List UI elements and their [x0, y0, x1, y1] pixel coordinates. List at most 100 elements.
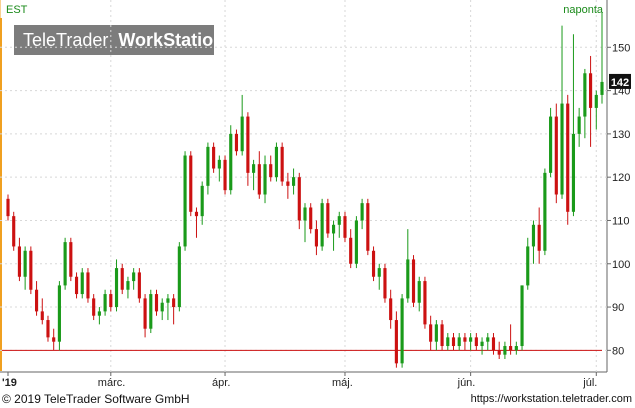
candle-body: [12, 216, 16, 247]
candle-body: [269, 164, 273, 178]
candle-body: [23, 250, 27, 277]
candle-body: [520, 285, 524, 347]
candle-body: [212, 146, 216, 169]
candle-body: [40, 311, 44, 321]
candle-down: [383, 263, 387, 303]
candle-body: [491, 337, 496, 351]
x-tick-label: máj.: [332, 377, 353, 389]
candle-body: [194, 211, 199, 217]
candle-body: [503, 346, 507, 355]
y-tick-label: 100: [612, 259, 630, 271]
candle-body: [337, 216, 341, 225]
candle-up: [63, 237, 67, 290]
candle-body: [149, 294, 153, 329]
x-tick-label: júl.: [582, 377, 597, 389]
candle-body: [263, 164, 267, 195]
candle-up: [320, 198, 324, 251]
candle-down: [554, 103, 558, 204]
candle-down: [326, 198, 330, 238]
candle-body: [240, 116, 244, 152]
last-price-badge: 142: [609, 73, 631, 89]
candle-body: [406, 259, 410, 299]
candle-down: [440, 320, 444, 351]
candle-body: [371, 250, 376, 277]
candle-body: [434, 324, 438, 342]
candle-body: [114, 268, 119, 308]
candle-body: [417, 281, 421, 303]
candle-body: [74, 276, 79, 295]
candle-body: [143, 298, 147, 329]
candle-body: [509, 346, 513, 351]
candle-body: [217, 159, 221, 169]
candle-body: [86, 272, 90, 299]
candle-body: [29, 250, 33, 290]
candle-body: [571, 133, 576, 212]
candle-body: [389, 298, 393, 321]
candle-up: [149, 289, 153, 334]
copyright-text: © 2019 TeleTrader Software GmbH: [2, 392, 190, 406]
candle-body: [183, 155, 187, 247]
candle-body: [69, 242, 73, 277]
candle-body: [223, 159, 227, 191]
candle-body: [480, 341, 484, 347]
candle-body: [274, 146, 279, 178]
candle-body: [474, 337, 478, 347]
candle-body: [486, 337, 490, 342]
candle-body: [543, 172, 547, 251]
candle-up: [543, 168, 547, 256]
candle-body: [326, 203, 330, 234]
candle-body: [103, 294, 107, 312]
candle-body: [132, 272, 136, 282]
candle-body: [440, 324, 444, 347]
candle-body: [137, 272, 141, 299]
last-price-value: 142: [611, 77, 629, 89]
candle-body: [309, 207, 313, 230]
candle-body: [451, 337, 456, 347]
candle-down: [69, 237, 73, 282]
x-tick-label: márc.: [98, 377, 126, 389]
candle-body: [126, 281, 130, 290]
candle-body: [166, 298, 170, 303]
y-tick-label: 110: [612, 215, 630, 227]
y-tick-label: 120: [612, 172, 630, 184]
candle-body: [566, 103, 570, 212]
candle-body: [560, 103, 564, 195]
candle-body: [423, 281, 427, 325]
candle-down: [343, 211, 347, 243]
candle-body: [189, 155, 193, 212]
candle-body: [377, 268, 381, 277]
source-url[interactable]: https://workstation.teletrader.com: [471, 393, 632, 405]
candle-body: [383, 268, 387, 299]
candle-body: [154, 294, 159, 312]
candle-body: [331, 224, 336, 234]
candle-body: [92, 298, 96, 316]
candle-body: [600, 81, 604, 95]
candle-body: [577, 116, 581, 134]
candle-body: [463, 337, 467, 342]
candle-body: [160, 302, 164, 312]
candle-body: [360, 203, 364, 221]
candle-body: [229, 133, 233, 191]
candle-down: [223, 155, 227, 195]
candle-down: [366, 198, 370, 256]
candle-body: [46, 320, 50, 338]
candle-body: [34, 289, 39, 312]
candle-body: [531, 224, 536, 247]
candle-body: [457, 337, 461, 347]
candle-body: [366, 203, 370, 251]
candle-body: [303, 207, 307, 221]
candle-body: [57, 285, 61, 342]
candle-body: [549, 116, 553, 173]
candle-body: [52, 337, 56, 342]
candle-up: [549, 107, 553, 178]
candle-body: [280, 146, 284, 182]
y-tick-label: 130: [612, 129, 630, 141]
candle-body: [246, 116, 250, 173]
candle-down: [29, 246, 33, 295]
candle-body: [469, 337, 473, 342]
candle-down: [212, 142, 216, 173]
candle-down: [86, 268, 90, 303]
candle-body: [497, 350, 501, 355]
candle-body: [17, 246, 21, 277]
candle-body: [177, 246, 181, 308]
